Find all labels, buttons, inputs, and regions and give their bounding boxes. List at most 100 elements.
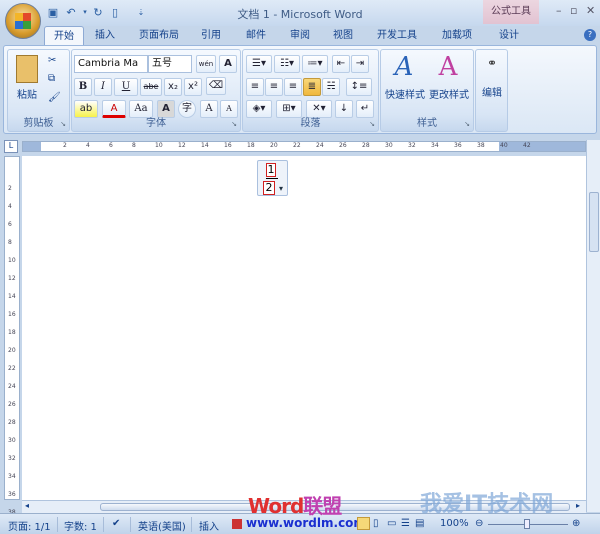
horizontal-ruler: L 2 4 6 8 10 12 14 16 18 20 22 24 26 28 30 32 34 36 38 40 42 [0,137,600,156]
font-name-combo[interactable]: Cambria Ma [74,55,148,73]
tab-home[interactable]: 开始 [44,26,84,46]
strikethrough-button[interactable]: abe [140,78,162,96]
numbering-icon[interactable]: ☷▾ [274,55,300,73]
ruler-tick: 14 [8,293,16,300]
tab-design[interactable]: 设计 [490,26,528,46]
macro-icon[interactable] [232,519,242,529]
format-painter-icon[interactable]: 🖌 [48,92,61,103]
vertical-scrollbar[interactable] [586,140,600,512]
ruler-tick: 14 [201,142,209,149]
ruler-tick: 36 [454,142,462,149]
change-styles-button[interactable]: 更改样式 [427,86,471,101]
fraction-bar [266,178,278,179]
font-launcher-icon[interactable]: ↘ [231,120,237,128]
web-layout-icon[interactable]: ▭ [387,518,396,529]
full-screen-reading-icon[interactable]: ▯ [373,518,379,529]
denominator-placeholder[interactable]: 2 [263,181,275,195]
help-icon[interactable]: ? [584,29,596,41]
font-size-combo[interactable]: 五号 [148,55,192,73]
paste-button[interactable]: 粘贴 [12,86,42,101]
tab-selector-icon[interactable]: L [4,140,18,153]
ruler-tick: 16 [224,142,232,149]
close-icon[interactable]: ✕ [586,4,595,17]
paragraph-launcher-icon[interactable]: ↘ [369,120,375,128]
zoom-slider-thumb[interactable] [524,519,530,529]
zoom-out-icon[interactable]: ⊖ [475,518,483,529]
zoom-level[interactable]: 100% [440,518,469,529]
styles-launcher-icon[interactable]: ↘ [464,120,470,128]
ruler-tick: 12 [8,275,16,282]
paragraph-group: ☰▾ ☷▾ ≔▾ ⇤ ⇥ ≡ ≡ ≡ ≣ ☵ ↕≡ ◈▾ ⊞▾ ✕▾ ↓ ↵ 段… [242,49,379,132]
bullets-icon[interactable]: ☰▾ [246,55,272,73]
save-icon[interactable]: ▣ [46,6,60,19]
change-styles-icon[interactable]: A [433,52,463,82]
paste-icon[interactable] [16,55,38,83]
subscript-button[interactable]: x₂ [164,78,182,96]
line-spacing-icon[interactable]: ↕≡ [346,78,372,96]
ruler-tick: 38 [477,142,485,149]
new-doc-icon[interactable]: ▯ [108,6,122,19]
tab-view[interactable]: 视图 [326,26,360,46]
scroll-right-icon[interactable]: ▸ [576,501,580,510]
language-indicator[interactable]: 英语(美国) [138,518,186,533]
quick-styles-icon[interactable]: A [389,52,419,82]
zoom-in-icon[interactable]: ⊕ [572,518,580,529]
ruler-tick: 30 [385,142,393,149]
scroll-left-icon[interactable]: ◂ [25,501,29,510]
ruler-tick: 6 [109,142,113,149]
window-title: 文档 1 - Microsoft Word [237,8,363,21]
clipboard-launcher-icon[interactable]: ↘ [60,120,66,128]
maximize-icon[interactable]: ▫ [570,4,577,17]
vertical-scroll-thumb[interactable] [589,192,599,252]
draft-icon[interactable]: ▤ [415,518,424,529]
align-right-icon[interactable]: ≡ [284,78,302,96]
italic-button[interactable]: I [94,78,112,96]
phonetic-guide-button[interactable]: wén [196,55,216,73]
editing-group: ⚭ 编辑 [475,49,508,132]
quick-styles-button[interactable]: 快速样式 [383,86,427,101]
increase-indent-icon[interactable]: ⇥ [351,55,369,73]
undo-icon[interactable]: ↶ [64,6,78,19]
tab-addins[interactable]: 加载项 [436,26,478,46]
tab-page-layout[interactable]: 页面布局 [133,26,185,46]
char-border-button[interactable]: A [219,55,237,73]
find-binoculars-icon[interactable]: ⚭ [480,56,504,70]
clear-format-icon[interactable]: ⌫ [206,77,226,95]
customize-toolbar-icon[interactable]: ⇣ [134,6,148,19]
ribbon: 粘贴 ✂ ⧉ 🖌 剪贴板 ↘ Cambria Ma 五号 wén A B I U… [3,45,597,134]
editing-button[interactable]: 编辑 [478,84,506,99]
superscript-button[interactable]: x² [184,78,202,96]
print-layout-icon[interactable] [357,517,370,530]
distributed-icon[interactable]: ☵ [322,78,340,96]
equation-options-icon[interactable]: ▾ [279,184,283,193]
tab-insert[interactable]: 插入 [88,26,122,46]
bold-button[interactable]: B [74,78,92,96]
page-count[interactable]: 页面: 1/1 [8,518,51,533]
underline-button[interactable]: U [114,78,138,96]
align-left-icon[interactable]: ≡ [246,78,264,96]
tab-review[interactable]: 审阅 [283,26,317,46]
equation-object[interactable]: 1 2 ▾ [257,160,288,196]
tab-mailings[interactable]: 邮件 [240,26,272,46]
insert-mode[interactable]: 插入 [199,518,219,533]
vertical-ruler: 2468101214161820222426283032343638 [4,156,20,516]
decrease-indent-icon[interactable]: ⇤ [332,55,350,73]
justify-icon[interactable]: ≣ [303,78,321,96]
undo-dropdown-icon[interactable]: ▾ [78,6,92,19]
document-page[interactable] [22,156,586,500]
office-button[interactable] [5,3,41,39]
minimize-icon[interactable]: – [556,4,562,17]
proofing-icon[interactable]: ✔ [112,518,120,529]
ruler-tick: 8 [132,142,136,149]
cut-icon[interactable]: ✂ [48,55,56,66]
font-group: Cambria Ma 五号 wén A B I U abe x₂ x² ⌫ ab… [71,49,241,132]
word-count[interactable]: 字数: 1 [64,518,97,533]
copy-icon[interactable]: ⧉ [48,73,55,84]
tab-developer[interactable]: 开发工具 [372,26,422,46]
multilevel-list-icon[interactable]: ≔▾ [302,55,328,73]
redo-icon[interactable]: ↻ [91,6,105,19]
align-center-icon[interactable]: ≡ [265,78,283,96]
tab-references[interactable]: 引用 [196,26,226,46]
outline-icon[interactable]: ☰ [401,518,410,529]
numerator-placeholder[interactable]: 1 [266,163,276,177]
